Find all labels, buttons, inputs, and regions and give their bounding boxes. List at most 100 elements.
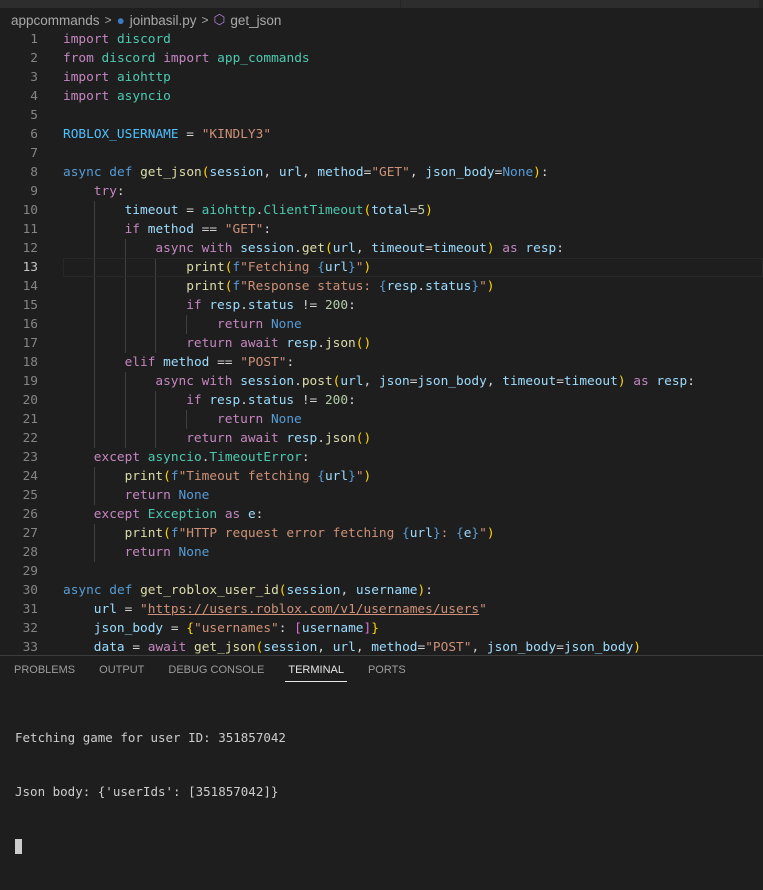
code-line[interactable]: 23 except asyncio. TimeoutError: [0, 448, 763, 467]
code-token: 200 [324, 393, 349, 408]
code-token: "Fetching [240, 260, 318, 275]
chevron-right-icon: > [201, 13, 209, 27]
code-token: async [63, 583, 102, 598]
code-line[interactable]: 33 data = await get_json(session, url, me… [0, 638, 763, 655]
panel-tab-problems[interactable]: PROBLEMS [14, 656, 75, 684]
code-editor[interactable]: 1 import discord 2 from discord import app_… [0, 30, 763, 655]
code-line[interactable]: 22 return await resp. json() [0, 429, 763, 448]
code-token: json [324, 431, 356, 446]
code-line[interactable]: 26 except Exception as e: [0, 505, 763, 524]
code-token: Exception [147, 507, 218, 522]
breadcrumb-symbol[interactable]: get_json [230, 13, 281, 28]
indent-guide [63, 600, 94, 619]
code-line[interactable]: 11 if method == "GET": [0, 220, 763, 239]
code-line[interactable]: 16 return None [0, 315, 763, 334]
code-line[interactable]: 7 [0, 144, 763, 163]
indent-guide [63, 638, 94, 655]
code-line[interactable]: 5 [0, 106, 763, 125]
code-line[interactable]: 4 import asyncio [0, 87, 763, 106]
code-token: asyncio [116, 89, 171, 104]
line-number: 16 [22, 317, 38, 332]
code-line[interactable]: 8 async def get_json(session, url, method… [0, 163, 763, 182]
code-line[interactable]: 17 return await resp. json() [0, 334, 763, 353]
code-token: () [355, 336, 372, 351]
editor-tab[interactable] [401, 0, 759, 8]
indent-guide [155, 391, 186, 410]
code-token: : [301, 450, 310, 465]
line-number: 10 [22, 203, 38, 218]
code-text: return await resp. json() [63, 334, 371, 353]
code-token: get_json [140, 165, 202, 180]
code-line[interactable]: 12 async with session. get(url, timeout = ti… [0, 239, 763, 258]
indent-guide [124, 239, 156, 258]
code-token: () [355, 431, 372, 446]
code-line[interactable]: 10 timeout = aiohttp. ClientTimeout(total =… [0, 201, 763, 220]
code-line[interactable]: 13 print(f "Fetching {url} ") [0, 258, 763, 277]
code-token: timeout [502, 374, 557, 389]
code-line[interactable]: 25 return None [0, 486, 763, 505]
code-line[interactable]: 29 [0, 562, 763, 581]
code-token: status [247, 298, 295, 313]
code-token: except [93, 450, 141, 465]
code-token: method [317, 165, 364, 180]
panel-tab-output[interactable]: OUTPUT [99, 656, 144, 684]
code-line[interactable]: 6 ROBLOX_USERNAME = "KINDLY3" [0, 125, 763, 144]
code-token: json_body [417, 374, 487, 389]
code-token: , [471, 640, 487, 655]
breadcrumb-folder[interactable]: appcommands [11, 13, 100, 28]
breadcrumb-file[interactable]: joinbasil.py [130, 13, 197, 28]
line-number: 15 [22, 298, 38, 313]
code-token: get_roblox_user_id [140, 583, 279, 598]
code-line[interactable]: 20 if resp. status != 200: [0, 391, 763, 410]
code-token: as [633, 374, 649, 389]
code-token: discord [116, 32, 171, 47]
code-line[interactable]: 30 async def get_roblox_user_id(session, … [0, 581, 763, 600]
code-token: def [109, 165, 133, 180]
code-line[interactable]: 15 if resp. status != 200: [0, 296, 763, 315]
code-text: async def get_json(session, url, method =… [63, 163, 549, 182]
code-line[interactable]: 18 elif method == "POST": [0, 353, 763, 372]
code-token: , [263, 165, 279, 180]
code-line[interactable]: 21 return None [0, 410, 763, 429]
code-token: elif [124, 355, 156, 370]
code-line[interactable]: 14 print(f "Response status: {resp. status}… [0, 277, 763, 296]
panel-tab-debug-console[interactable]: DEBUG CONSOLE [168, 656, 264, 684]
code-token: . [240, 298, 248, 313]
code-token: timeout [371, 241, 426, 256]
code-token: { [317, 260, 325, 275]
code-line[interactable]: 19 async with session. post(url, json = json… [0, 372, 763, 391]
code-token: [ [294, 621, 302, 636]
code-token: return [186, 336, 233, 351]
code-line[interactable]: 9 try: [0, 182, 763, 201]
indent-guide [63, 182, 94, 201]
panel-tab-terminal[interactable]: TERMINAL [285, 656, 347, 684]
code-token: ( [363, 203, 372, 218]
editor-tab[interactable] [0, 0, 400, 8]
code-token: { [186, 621, 194, 636]
indent-guide [93, 220, 125, 239]
code-line[interactable]: 2 from discord import app_commands [0, 49, 763, 68]
code-line[interactable]: 1 import discord [0, 30, 763, 49]
code-line[interactable]: 27 print(f "HTTP request error fetching {u… [0, 524, 763, 543]
panel-tab-ports[interactable]: PORTS [368, 656, 406, 684]
code-line[interactable]: 3 import aiohttp [0, 68, 763, 87]
terminal-output[interactable]: Fetching game for user ID: 351857042 Jso… [15, 693, 286, 890]
code-line[interactable]: 31 url = " https://users.roblox.com/v1/use… [0, 600, 763, 619]
line-number: 31 [22, 602, 38, 617]
indent-guide [63, 201, 94, 220]
code-text: async def get_roblox_user_id(session, us… [63, 581, 433, 600]
line-number: 17 [22, 336, 38, 351]
code-line[interactable]: 24 print(f "Timeout fetching {url} ") [0, 467, 763, 486]
code-token: session [240, 241, 295, 256]
code-text: return None [63, 315, 302, 334]
code-token: url [332, 241, 356, 256]
code-line[interactable]: 32 json_body = {"usernames": [username]} [0, 619, 763, 638]
code-token: except [93, 507, 141, 522]
indent-guide [124, 277, 156, 296]
code-token: timeout [124, 203, 179, 218]
code-line[interactable]: 28 return None [0, 543, 763, 562]
